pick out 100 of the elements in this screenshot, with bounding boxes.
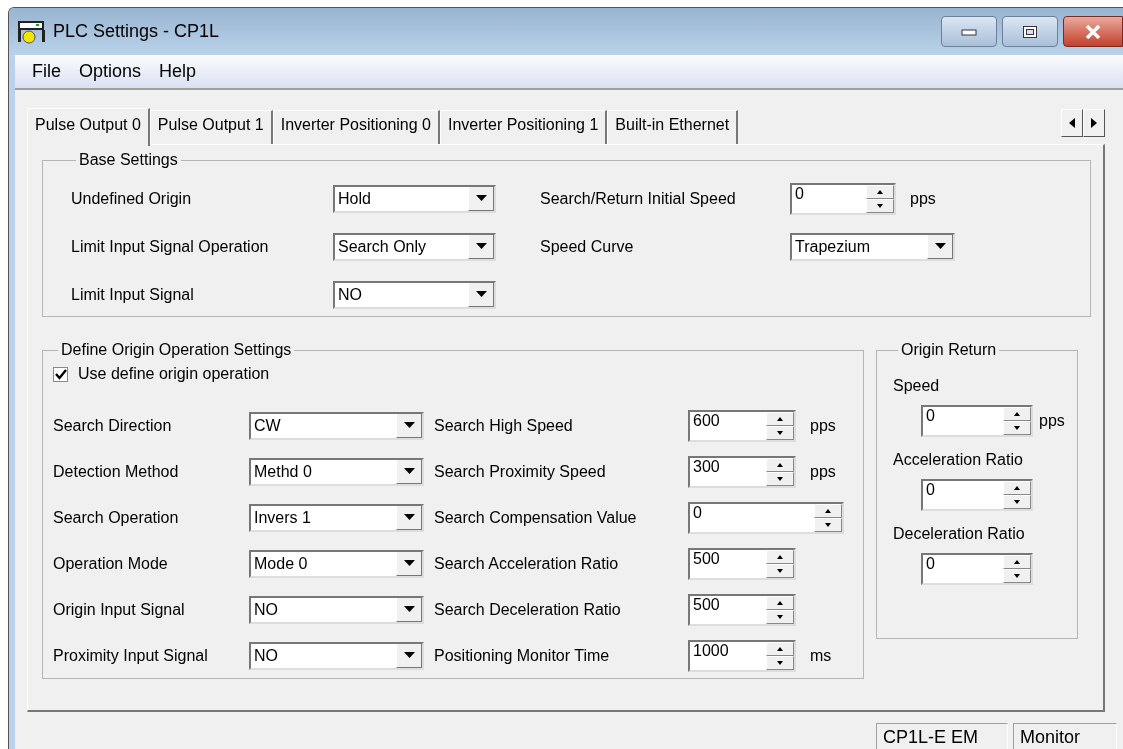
dropdown-field[interactable]: Hold <box>333 185 496 213</box>
dropdown-field[interactable]: Methd 0 <box>249 458 424 486</box>
field-label: Search Operation <box>53 509 180 527</box>
caret-icon <box>396 598 422 622</box>
spin-down-button[interactable] <box>766 472 794 486</box>
window-title: PLC Settings - CP1L <box>53 21 220 42</box>
field-label: Speed Curve <box>540 238 635 256</box>
dropdown-field[interactable]: Invers 1 <box>249 504 424 532</box>
minimize-icon <box>961 27 977 36</box>
down-arrow-icon <box>777 661 783 665</box>
checkbox-label: Use define origin operation <box>78 365 270 383</box>
menu-item[interactable]: Options <box>70 61 151 82</box>
up-arrow-icon <box>1014 486 1020 490</box>
spin-down-button[interactable] <box>1003 421 1031 435</box>
field-label: Acceleration Ratio <box>893 451 1024 469</box>
group-title: Origin Return <box>900 341 998 359</box>
spin-field[interactable]: 1000 <box>688 640 796 672</box>
caret-icon <box>396 644 422 668</box>
dropdown-field[interactable]: NO <box>249 642 424 670</box>
down-arrow-icon <box>777 477 783 481</box>
tab[interactable]: Built-in Ethernet <box>607 110 739 144</box>
caret-icon <box>927 235 953 259</box>
spin-up-button[interactable] <box>766 642 794 656</box>
spin-up-button[interactable] <box>766 412 794 426</box>
field-label: Limit Input Signal Operation <box>71 238 270 256</box>
maximize-button[interactable] <box>1002 16 1058 47</box>
scroll-right-button[interactable] <box>1083 109 1105 137</box>
tab[interactable]: Inverter Positioning 0 <box>272 110 440 144</box>
spin-up-button[interactable] <box>866 185 894 199</box>
spin-down-button[interactable] <box>1003 569 1031 583</box>
unit-label: pps <box>1039 412 1065 430</box>
caret-icon <box>468 283 494 307</box>
spin-down-button[interactable] <box>866 199 894 213</box>
caret-icon <box>468 187 494 211</box>
field-label: Operation Mode <box>53 555 169 573</box>
unit-label: ms <box>810 647 832 665</box>
group-title: Define Origin Operation Settings <box>60 341 293 359</box>
menu-item[interactable]: File <box>23 61 70 82</box>
maximize-icon <box>1022 24 1038 39</box>
caret-icon <box>396 552 422 576</box>
field-label: Search Deceleration Ratio <box>434 601 622 619</box>
status-panel: Monitor <box>1013 723 1117 749</box>
field-label: Search Proximity Speed <box>434 463 607 481</box>
spin-field[interactable]: 0 <box>921 479 1033 511</box>
spin-up-button[interactable] <box>766 458 794 472</box>
scroll-left-button[interactable] <box>1061 109 1083 137</box>
up-arrow-icon <box>777 417 783 421</box>
menu-item[interactable]: Help <box>150 61 206 82</box>
up-arrow-icon <box>777 555 783 559</box>
spin-down-button[interactable] <box>766 564 794 578</box>
spin-down-button[interactable] <box>1003 495 1031 509</box>
minimize-button[interactable] <box>941 16 997 47</box>
tab[interactable]: Pulse Output 0 <box>27 108 150 146</box>
spin-field[interactable]: 500 <box>688 548 796 580</box>
dropdown-field[interactable]: Trapezium <box>790 233 955 261</box>
field-label: Undefined Origin <box>71 190 193 208</box>
unit-label: pps <box>910 190 936 208</box>
close-button[interactable] <box>1063 16 1123 47</box>
left-arrow-icon <box>1069 118 1075 128</box>
spin-down-button[interactable] <box>766 656 794 670</box>
spin-field[interactable]: 0 <box>921 553 1033 585</box>
spin-field[interactable]: 600 <box>688 410 796 442</box>
field-label: Deceleration Ratio <box>893 525 1026 543</box>
spin-field[interactable]: 500 <box>688 594 796 626</box>
spin-up-button[interactable] <box>1003 481 1031 495</box>
spin-down-button[interactable] <box>766 426 794 440</box>
spin-field[interactable]: 0 <box>790 183 896 215</box>
unit-label: pps <box>810 463 836 481</box>
spin-up-button[interactable] <box>766 550 794 564</box>
field-label: Positioning Monitor Time <box>434 647 611 665</box>
field-label: Limit Input Signal <box>71 286 195 304</box>
up-arrow-icon <box>777 463 783 467</box>
up-arrow-icon <box>1014 560 1020 564</box>
spin-field[interactable]: 0 <box>688 502 844 534</box>
up-arrow-icon <box>825 509 831 513</box>
group-title: Base Settings <box>78 151 179 169</box>
dropdown-field[interactable]: NO <box>333 281 496 309</box>
up-arrow-icon <box>877 190 883 194</box>
caret-icon <box>468 235 494 259</box>
spin-up-button[interactable] <box>814 504 842 518</box>
spin-down-button[interactable] <box>814 518 842 532</box>
dropdown-field[interactable]: Search Only <box>333 233 496 261</box>
dropdown-field[interactable]: Mode 0 <box>249 550 424 578</box>
dropdown-field[interactable]: CW <box>249 412 424 440</box>
spin-up-button[interactable] <box>1003 407 1031 421</box>
checkbox[interactable] <box>53 366 68 382</box>
down-arrow-icon <box>1014 574 1020 578</box>
spin-field[interactable]: 300 <box>688 456 796 488</box>
field-label: Search/Return Initial Speed <box>540 190 737 208</box>
field-label: Search High Speed <box>434 417 574 435</box>
spin-field[interactable]: 0 <box>921 405 1033 437</box>
down-arrow-icon <box>1014 500 1020 504</box>
caret-icon <box>396 460 422 484</box>
dropdown-field[interactable]: NO <box>249 596 424 624</box>
tab[interactable]: Inverter Positioning 1 <box>440 110 608 144</box>
spin-up-button[interactable] <box>1003 555 1031 569</box>
up-arrow-icon <box>777 647 783 651</box>
spin-down-button[interactable] <box>766 610 794 624</box>
tab[interactable]: Pulse Output 1 <box>149 110 273 144</box>
spin-up-button[interactable] <box>766 596 794 610</box>
